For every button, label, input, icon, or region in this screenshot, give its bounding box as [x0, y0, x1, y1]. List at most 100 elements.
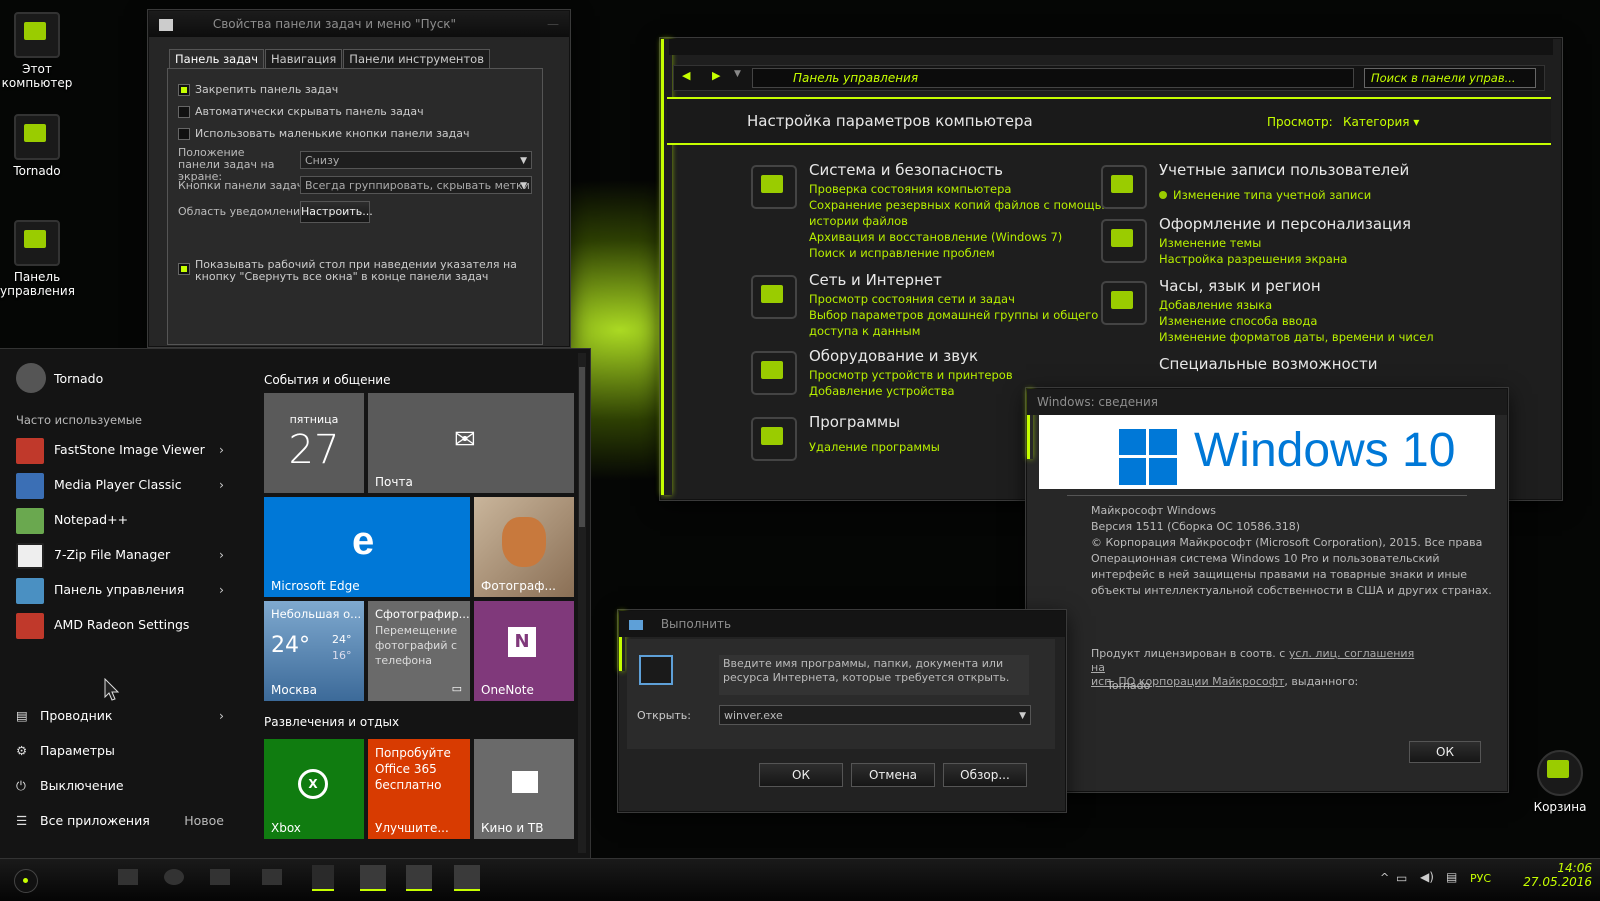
cancel-button[interactable]: Отмена: [851, 763, 935, 787]
checkbox-autohide[interactable]: Автоматически скрывать панель задач: [178, 105, 424, 118]
tile-photos[interactable]: Фотограф...: [474, 497, 574, 597]
tile-mail[interactable]: ✉ Почта: [368, 393, 574, 493]
user-account[interactable]: Tornado: [16, 363, 246, 393]
checkbox[interactable]: [178, 106, 190, 118]
position-select[interactable]: Снизу ▼: [300, 151, 532, 169]
app-faststone[interactable]: FastStone Image Viewer ›: [16, 435, 234, 465]
category-link[interactable]: Поиск и исправление проблем: [809, 245, 1111, 261]
forward-icon[interactable]: ▶: [712, 69, 720, 82]
address-bar[interactable]: Панель управления: [752, 68, 1354, 88]
category-link[interactable]: Настройка разрешения экрана: [1159, 251, 1347, 267]
start-power[interactable]: ⏻ Выключение: [16, 771, 234, 801]
window-titlebar[interactable]: Свойства панели задач и меню "Пуск" —: [149, 11, 569, 37]
category-title[interactable]: Учетные записи пользователей: [1159, 161, 1409, 179]
desktop-icon-tornado[interactable]: Tornado: [0, 114, 74, 178]
tile-office[interactable]: Попробуйте Office 365 бесплатно Улучшите…: [368, 739, 470, 839]
action-center-icon[interactable]: ▤: [1446, 870, 1457, 884]
category-link[interactable]: истории файлов: [809, 213, 1111, 229]
edge-taskbar-icon[interactable]: [210, 869, 230, 885]
category-link[interactable]: доступа к данным: [809, 323, 1098, 339]
network-icon[interactable]: ▭: [1396, 871, 1407, 885]
view-select[interactable]: Категория ▾: [1343, 115, 1419, 129]
start-all-apps[interactable]: ☰ Все приложения Новое: [16, 806, 234, 836]
category-link[interactable]: Проверка состояния компьютера: [809, 181, 1111, 197]
scrollbar-thumb[interactable]: [579, 367, 585, 527]
start-button[interactable]: [14, 869, 38, 893]
app-7zip[interactable]: 7-Zip File Manager ›: [16, 540, 234, 570]
task-view-icon[interactable]: [164, 869, 184, 885]
close-icon[interactable]: —: [547, 11, 559, 37]
tile-calendar[interactable]: пятница 27: [264, 393, 364, 493]
category-link[interactable]: Изменение способа ввода: [1159, 313, 1434, 329]
tile-phone-companion[interactable]: Сфотографир... Перемещение фотографий с …: [368, 601, 470, 701]
checkbox-checked[interactable]: [178, 84, 190, 96]
explorer-taskbar-icon[interactable]: [262, 869, 282, 885]
category-link[interactable]: Добавление языка: [1159, 297, 1434, 313]
category-title[interactable]: Система и безопасность: [809, 161, 1003, 179]
language-indicator[interactable]: РУС: [1470, 872, 1491, 885]
ok-button[interactable]: ОК: [759, 763, 843, 787]
category-title[interactable]: Сеть и Интернет: [809, 271, 942, 289]
back-icon[interactable]: ◀: [682, 69, 690, 82]
category-link[interactable]: Добавление устройства: [809, 383, 1013, 399]
clock[interactable]: 14:06 27.05.2016: [1512, 861, 1592, 889]
category-title[interactable]: Специальные возможности: [1159, 355, 1377, 373]
app-notepadpp[interactable]: Notepad++: [16, 505, 234, 535]
run-taskbar-icon[interactable]: [454, 865, 480, 891]
desktop-icon-control-panel[interactable]: Панель управления: [0, 220, 75, 298]
app-taskbar-icon[interactable]: [312, 865, 334, 891]
category-link[interactable]: Удаление программы: [809, 439, 940, 455]
category-title[interactable]: Программы: [809, 413, 900, 431]
category-link[interactable]: Изменение форматов даты, времени и чисел: [1159, 329, 1434, 345]
desktop-icon-this-pc[interactable]: Этот компьютер: [0, 12, 74, 90]
checkbox[interactable]: [178, 128, 190, 140]
tray-expand-icon[interactable]: ^: [1380, 871, 1389, 884]
chevron-right-icon[interactable]: ›: [219, 701, 224, 731]
window-titlebar[interactable]: [669, 39, 1553, 55]
tab-toolbars[interactable]: Панели инструментов: [343, 49, 490, 68]
run-input[interactable]: winver.exe ▼: [719, 705, 1031, 725]
start-explorer[interactable]: ▤ Проводник ›: [16, 701, 234, 731]
checkbox-peek[interactable]: Показывать рабочий стол при наведении ук…: [178, 259, 528, 283]
browse-button[interactable]: Обзор...: [943, 763, 1027, 787]
app-mpc[interactable]: Media Player Classic ›: [16, 470, 234, 500]
category-link[interactable]: Изменение темы: [1159, 235, 1347, 251]
category-title[interactable]: Оборудование и звук: [809, 347, 978, 365]
category-title[interactable]: Оформление и персонализация: [1159, 215, 1411, 233]
desktop-icon-recycle-bin[interactable]: Корзина: [1520, 750, 1600, 814]
start-settings[interactable]: ⚙ Параметры: [16, 736, 234, 766]
tab-navigation[interactable]: Навигация: [265, 49, 343, 68]
taskbar-properties-taskbar-icon[interactable]: [406, 865, 432, 891]
tile-xbox[interactable]: X Xbox: [264, 739, 364, 839]
checkbox-small-buttons[interactable]: Использовать маленькие кнопки панели зад…: [178, 127, 470, 140]
app-control-panel[interactable]: Панель управления ›: [16, 575, 234, 605]
chevron-right-icon[interactable]: ›: [219, 540, 224, 570]
category-link[interactable]: Изменение типа учетной записи: [1159, 187, 1371, 203]
customize-button[interactable]: Настроить...: [300, 201, 373, 223]
category-title[interactable]: Часы, язык и регион: [1159, 277, 1321, 295]
buttons-select[interactable]: Всегда группировать, скрывать метки ▼: [300, 176, 532, 194]
tile-weather[interactable]: Небольшая о... 24° 24° 16° Москва: [264, 601, 364, 701]
app-amd-radeon[interactable]: AMD Radeon Settings: [16, 610, 234, 640]
start-scrollbar[interactable]: [578, 353, 586, 853]
chevron-right-icon[interactable]: ›: [219, 435, 224, 465]
window-titlebar[interactable]: Выполнить: [619, 611, 1065, 637]
tab-taskbar[interactable]: Панель задач: [169, 49, 265, 68]
category-link[interactable]: Сохранение резервных копий файлов с помо…: [809, 197, 1111, 213]
ok-button[interactable]: ОК: [1409, 741, 1481, 763]
tile-onenote[interactable]: N OneNote: [474, 601, 574, 701]
checkbox-lock-taskbar[interactable]: Закрепить панель задач: [178, 83, 338, 96]
category-link[interactable]: Выбор параметров домашней группы и общег…: [809, 307, 1098, 323]
checkbox-checked[interactable]: [178, 263, 190, 275]
chevron-right-icon[interactable]: ›: [219, 470, 224, 500]
category-link[interactable]: Просмотр устройств и принтеров: [809, 367, 1013, 383]
category-link[interactable]: Просмотр состояния сети и задач: [809, 291, 1098, 307]
chevron-down-icon[interactable]: ▼: [734, 69, 741, 79]
tile-edge[interactable]: e Microsoft Edge: [264, 497, 470, 597]
control-panel-taskbar-icon[interactable]: [360, 865, 386, 891]
category-link[interactable]: Архивация и восстановление (Windows 7): [809, 229, 1111, 245]
search-input[interactable]: Поиск в панели управ...: [1364, 68, 1536, 88]
chevron-right-icon[interactable]: ›: [219, 575, 224, 605]
tile-movies[interactable]: Кино и ТВ: [474, 739, 574, 839]
volume-icon[interactable]: ◀): [1420, 870, 1434, 884]
